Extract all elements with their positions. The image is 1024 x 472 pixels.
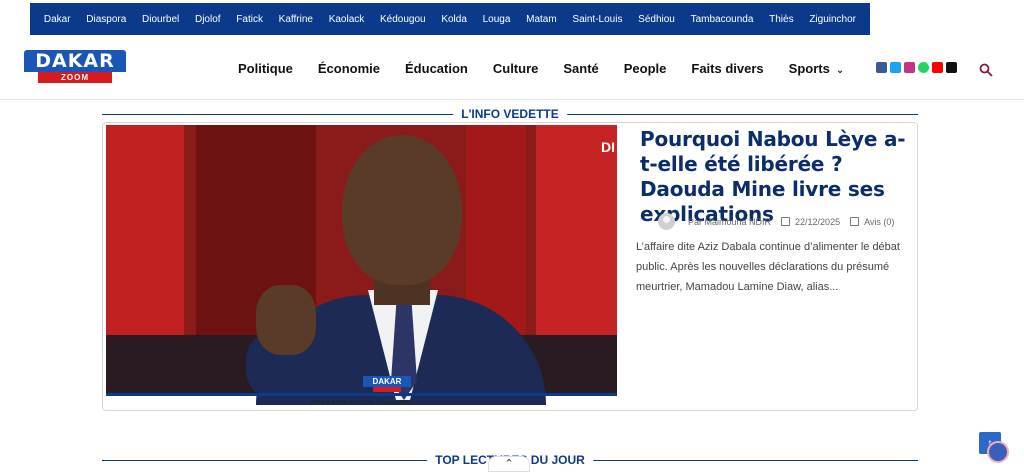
region-link-djolof[interactable]: Djolof: [195, 14, 221, 25]
nav-item-politique[interactable]: Politique: [238, 61, 293, 76]
article-author[interactable]: Par Maimouna NDIR: [688, 217, 771, 227]
region-link-louga[interactable]: Louga: [483, 14, 511, 25]
region-link-fatick[interactable]: Fatick: [236, 14, 263, 25]
youtube-icon[interactable]: [932, 62, 943, 73]
site-header: DAKAR ZOOM Politique Économie Éducation …: [0, 38, 1024, 100]
article-date: 22/12/2025: [795, 216, 841, 227]
site-logo[interactable]: DAKAR ZOOM: [24, 50, 126, 84]
image-caption-bar: [106, 393, 617, 396]
region-link-kaffrine[interactable]: Kaffrine: [279, 14, 313, 25]
tiktok-icon[interactable]: [946, 62, 957, 73]
nav-item-sante[interactable]: Santé: [563, 61, 598, 76]
region-link-kolda[interactable]: Kolda: [441, 14, 467, 25]
main-nav: Politique Économie Éducation Culture San…: [238, 38, 869, 98]
nav-item-sports[interactable]: Sports ⌄: [789, 61, 845, 76]
featured-article-card[interactable]: DI DAKAR DAKARZOOM.COM © mars 2025 Pourq…: [102, 122, 918, 411]
region-link-thies[interactable]: Thiès: [769, 14, 793, 25]
image-watermark-logo: DAKAR: [363, 376, 411, 392]
region-link-tambacounda[interactable]: Tambacounda: [691, 14, 754, 25]
nav-item-culture[interactable]: Culture: [493, 61, 539, 76]
section-title: L'INFO VEDETTE: [453, 107, 567, 121]
featured-image[interactable]: DI DAKAR DAKARZOOM.COM © mars 2025: [106, 125, 617, 410]
region-link-diourbel[interactable]: Diourbel: [142, 14, 179, 25]
region-link-matam[interactable]: Matam: [526, 14, 557, 25]
author-avatar: [658, 213, 675, 230]
facebook-icon[interactable]: [876, 62, 887, 73]
calendar-icon: [781, 217, 791, 226]
nav-item-economie[interactable]: Économie: [318, 61, 380, 76]
logo-text-top: DAKAR: [24, 50, 126, 72]
watermark-text: DAKAR: [363, 376, 411, 387]
region-link-diaspora[interactable]: Diaspora: [86, 14, 126, 25]
region-bar: Dakar Diaspora Diourbel Djolof Fatick Ka…: [30, 3, 870, 35]
region-link-saint-louis[interactable]: Saint-Louis: [572, 14, 622, 25]
article-excerpt: L’affaire dite Aziz Dabala continue d’al…: [636, 241, 900, 293]
search-icon[interactable]: [979, 63, 993, 77]
region-link-dakar[interactable]: Dakar: [44, 14, 71, 25]
comment-icon: [850, 217, 860, 226]
whatsapp-icon[interactable]: [918, 62, 929, 73]
section-header-featured: L'INFO VEDETTE: [102, 107, 918, 121]
region-link-ziguinchor[interactable]: Ziguinchor: [809, 14, 856, 25]
image-caption: DAKARZOOM.COM © mars 2025: [310, 399, 413, 407]
region-link-kedougou[interactable]: Kédougou: [380, 14, 426, 25]
region-link-sedhiou[interactable]: Sédhiou: [638, 14, 675, 25]
social-links: [876, 62, 957, 73]
chevron-down-icon: ⌄: [835, 64, 845, 76]
nav-item-faits-divers[interactable]: Faits divers: [691, 61, 763, 76]
twitter-icon[interactable]: [890, 62, 901, 73]
nav-item-education[interactable]: Éducation: [405, 61, 468, 76]
article-meta: Par Maimouna NDIR 22/12/2025 Avis (0): [658, 213, 894, 230]
nav-item-people[interactable]: People: [624, 61, 667, 76]
region-link-kaolack[interactable]: Kaolack: [329, 14, 365, 25]
article-comments[interactable]: Avis (0): [864, 217, 894, 227]
tv-channel-tag: DI: [601, 139, 615, 155]
notification-badge[interactable]: [987, 441, 1009, 463]
instagram-icon[interactable]: [904, 62, 915, 73]
article-headline[interactable]: Pourquoi Nabou Lèye a-t-elle été libérée…: [640, 127, 915, 227]
nav-item-sports-label: Sports: [788, 60, 830, 76]
logo-text-bottom: ZOOM: [38, 72, 112, 83]
tv-studio-photo: DI: [106, 125, 617, 405]
